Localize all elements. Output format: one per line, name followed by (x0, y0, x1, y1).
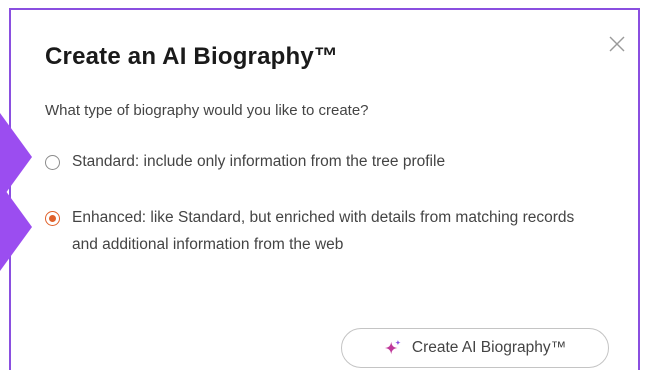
option-enhanced[interactable]: Enhanced: like Standard, but enriched wi… (45, 207, 582, 258)
option-standard-label: Standard: include only information from … (72, 153, 446, 170)
create-ai-biography-button[interactable]: Create AI Biography™ (341, 328, 609, 368)
option-standard[interactable]: Standard: include only information from … (45, 151, 445, 175)
option-enhanced-label: Enhanced: like Standard, but enriched wi… (72, 209, 575, 253)
close-icon[interactable] (607, 34, 627, 54)
create-button-label: Create AI Biography™ (411, 339, 567, 356)
radio-standard[interactable] (45, 155, 60, 170)
screenshot-stage: Create an AI Biography™ What type of bio… (0, 0, 651, 378)
pointer-arrow-enhanced (0, 183, 32, 271)
dialog-title: Create an AI Biography™ (45, 43, 339, 70)
create-biography-dialog: Create an AI Biography™ What type of bio… (11, 10, 638, 378)
radio-enhanced[interactable] (45, 211, 60, 226)
dialog-question: What type of biography would you like to… (45, 102, 369, 119)
sparkle-icon (384, 339, 401, 355)
